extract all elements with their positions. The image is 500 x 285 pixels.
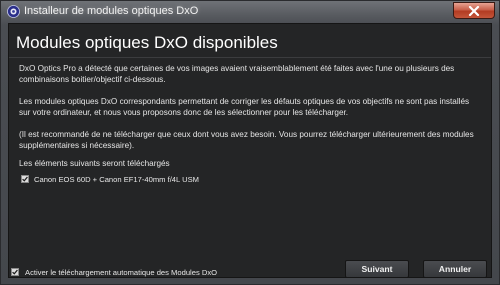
window-title: Installeur de modules optiques DxO <box>24 5 199 17</box>
close-button[interactable] <box>453 2 495 19</box>
checkmark-icon <box>22 176 28 182</box>
module-checkbox[interactable] <box>21 175 29 183</box>
close-icon <box>468 5 480 16</box>
module-label: Canon EOS 60D + Canon EF17-40mm f/4L USM <box>34 174 199 184</box>
dxo-app-icon <box>7 5 20 18</box>
title-bar[interactable]: Installeur de modules optiques DxO <box>1 1 499 23</box>
download-list-heading: Les éléments suivants seront téléchargés <box>19 159 170 168</box>
next-button[interactable]: Suivant <box>345 260 409 278</box>
dialog-heading: Modules optiques DxO disponibles <box>16 33 278 52</box>
heading-separator <box>9 57 491 58</box>
module-list-item[interactable]: Canon EOS 60D + Canon EF17-40mm f/4L USM <box>21 173 199 185</box>
checkmark-icon <box>12 269 18 275</box>
auto-download-checkbox[interactable] <box>11 268 19 276</box>
recommendation-paragraph: (Il est recommandé de ne télécharger que… <box>19 130 474 150</box>
modules-info-paragraph: Les modules optiques DxO correspondants … <box>19 97 470 117</box>
installer-window: Installeur de modules optiques DxO Modul… <box>0 0 500 285</box>
cancel-button[interactable]: Annuler <box>423 260 487 278</box>
dialog-content: Modules optiques DxO disponibles DxO Opt… <box>8 23 492 278</box>
detection-paragraph: DxO Optics Pro a détecté que certaines d… <box>19 64 455 84</box>
auto-download-option[interactable]: Activer le téléchargement automatique de… <box>11 266 217 278</box>
auto-download-label: Activer le téléchargement automatique de… <box>25 267 218 277</box>
